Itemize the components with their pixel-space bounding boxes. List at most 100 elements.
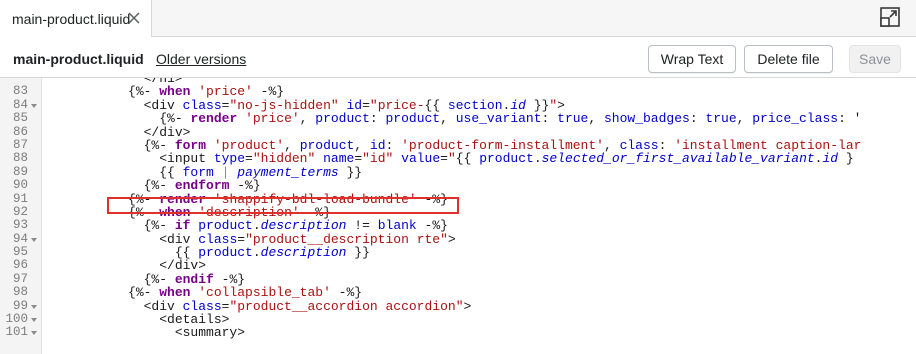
save-button[interactable]: Save bbox=[849, 45, 901, 73]
line-number: 89 bbox=[12, 164, 28, 179]
code-line[interactable]: 94 <div class="product__description rte"… bbox=[0, 232, 916, 246]
code-text: {%- render 'shappify-bdl-load-bundle' -%… bbox=[50, 192, 448, 206]
code-text: </div> bbox=[50, 259, 206, 272]
code-text: {%- form 'product', product, id: 'produc… bbox=[50, 139, 862, 152]
code-line[interactable]: 90 {%- endform -%} bbox=[0, 178, 916, 193]
line-number: 90 bbox=[12, 178, 28, 193]
code-line[interactable]: 100 <details> bbox=[0, 312, 916, 327]
code-line[interactable]: 95 {{ product.description }} bbox=[0, 245, 916, 260]
code-line[interactable]: 87 {%- form 'product', product, id: 'pro… bbox=[0, 137, 916, 152]
code-line[interactable]: 83 {%- when 'price' -%} bbox=[0, 84, 916, 99]
code-token: {{ bbox=[455, 151, 480, 167]
code-line[interactable]: 92 {%- when 'description' -%} bbox=[0, 205, 916, 219]
code-text: {%- endif -%} bbox=[50, 273, 245, 286]
code-token: product bbox=[385, 111, 441, 127]
code-text: {{ product.description }} bbox=[50, 246, 370, 259]
code-text: <details> bbox=[50, 313, 229, 326]
code-text: {%- if product.description != blank -%} bbox=[50, 219, 448, 232]
code-token: = bbox=[440, 151, 448, 167]
code-token: value bbox=[401, 151, 441, 167]
code-token: product bbox=[479, 151, 534, 167]
delete-file-button[interactable]: Delete file bbox=[744, 45, 833, 73]
code-text: <div class="no-js-hidden" id="price-{{ s… bbox=[50, 99, 565, 112]
code-token: true bbox=[557, 111, 589, 127]
file-title: main-product.liquid bbox=[13, 51, 144, 67]
code-text: {%- render 'price', product: product, us… bbox=[50, 112, 861, 125]
code-token: description bbox=[260, 245, 347, 261]
code-token: , bbox=[588, 111, 604, 127]
code-token: , bbox=[299, 111, 316, 127]
code-token: > bbox=[463, 298, 472, 314]
code-token: } bbox=[838, 151, 854, 167]
fold-arrow-icon[interactable] bbox=[31, 304, 37, 309]
code-line[interactable]: 91 {%- render 'shappify-bdl-load-bundle'… bbox=[0, 191, 916, 206]
code-token: "id" bbox=[362, 151, 394, 167]
code-token: use_variant bbox=[455, 111, 542, 127]
line-number: 101 bbox=[5, 325, 28, 340]
line-number: 93 bbox=[12, 218, 28, 233]
code-token: id bbox=[822, 151, 839, 167]
tab-label: main-product.liquid bbox=[12, 10, 131, 27]
line-number: 84 bbox=[12, 97, 28, 112]
code-token: true bbox=[705, 111, 737, 127]
code-line[interactable]: 101 <summary> bbox=[0, 325, 916, 340]
line-number: 100 bbox=[5, 312, 28, 327]
code-text: {%- when 'price' -%} bbox=[50, 85, 284, 98]
code-text: {{ form | payment_terms }} bbox=[50, 166, 362, 179]
code-line[interactable]: 98 {%- when 'collapsible_tab' -%} bbox=[0, 285, 916, 300]
code-token: }} bbox=[338, 164, 363, 180]
older-versions-link[interactable]: Older versions bbox=[156, 51, 246, 67]
code-text: {%- when 'description' -%} bbox=[50, 206, 331, 219]
tab-main-product-liquid[interactable]: main-product.liquid bbox=[0, 0, 152, 37]
code-text: <input type="hidden" name="id" value="{{… bbox=[50, 152, 854, 165]
line-number: 87 bbox=[12, 137, 28, 152]
line-number: 88 bbox=[12, 151, 28, 166]
code-text: <div class="product__accordion accordion… bbox=[50, 298, 472, 314]
code-line[interactable]: 86 </div> bbox=[0, 124, 916, 139]
code-text: <summary> bbox=[50, 326, 245, 339]
fold-arrow-icon[interactable] bbox=[31, 318, 37, 323]
code-token: , bbox=[736, 111, 753, 127]
close-icon[interactable] bbox=[125, 9, 143, 27]
code-line[interactable]: 88 <input type="hidden" name="id" value=… bbox=[0, 151, 916, 166]
line-number: 97 bbox=[12, 271, 28, 286]
fold-arrow-icon[interactable] bbox=[31, 237, 37, 242]
code-token: product bbox=[315, 111, 370, 127]
code-token: price_class bbox=[752, 111, 839, 127]
code-line[interactable]: 89 {{ form | payment_terms }} bbox=[0, 164, 916, 179]
code-line[interactable]: 93 {%- if product.description != blank -… bbox=[0, 218, 916, 233]
code-token: show_badges bbox=[603, 111, 690, 127]
code-line[interactable]: 84 <div class="no-js-hidden" id="price-{… bbox=[0, 97, 916, 112]
code-token: , bbox=[440, 111, 456, 127]
code-line[interactable]: 85 {%- render 'price', product: product,… bbox=[0, 111, 916, 126]
code-editor[interactable]: </h1> 83 {%- when 'price' -%} 84 <div clas… bbox=[0, 78, 916, 354]
fold-arrow-icon[interactable] bbox=[31, 331, 37, 336]
line-number: 96 bbox=[12, 258, 28, 273]
code-line[interactable]: 97 {%- endif -%} bbox=[0, 271, 916, 286]
code-text: <div class="product__description rte"> bbox=[50, 232, 456, 246]
wrap-text-button[interactable]: Wrap Text bbox=[648, 45, 736, 73]
code-token: }} bbox=[346, 245, 370, 261]
line-number: 91 bbox=[12, 191, 28, 206]
code-token: "product__accordion accordion" bbox=[229, 298, 464, 314]
expand-icon[interactable] bbox=[878, 5, 902, 29]
code-token: : bbox=[689, 111, 706, 127]
editor-header: main-product.liquid Older versions Wrap … bbox=[0, 37, 916, 78]
code-text: {%- endform -%} bbox=[50, 179, 261, 192]
line-number: 85 bbox=[12, 111, 28, 126]
line-number: 95 bbox=[12, 245, 28, 260]
code-line[interactable]: 99 <div class="product__accordion accord… bbox=[0, 298, 916, 314]
line-number: 98 bbox=[12, 285, 28, 300]
fold-arrow-icon[interactable] bbox=[31, 103, 37, 108]
code-token: : bbox=[369, 111, 386, 127]
code-token: <summary> bbox=[50, 325, 246, 341]
code-token: . bbox=[252, 245, 261, 261]
code-token: " bbox=[447, 151, 456, 167]
line-number: 86 bbox=[12, 124, 28, 139]
code-lines[interactable]: </h1> 83 {%- when 'price' -%} 84 <div clas… bbox=[0, 78, 916, 340]
line-number: 83 bbox=[12, 84, 28, 99]
code-line[interactable]: 96 </div> bbox=[0, 258, 916, 273]
code-token: 'price' bbox=[245, 111, 300, 127]
